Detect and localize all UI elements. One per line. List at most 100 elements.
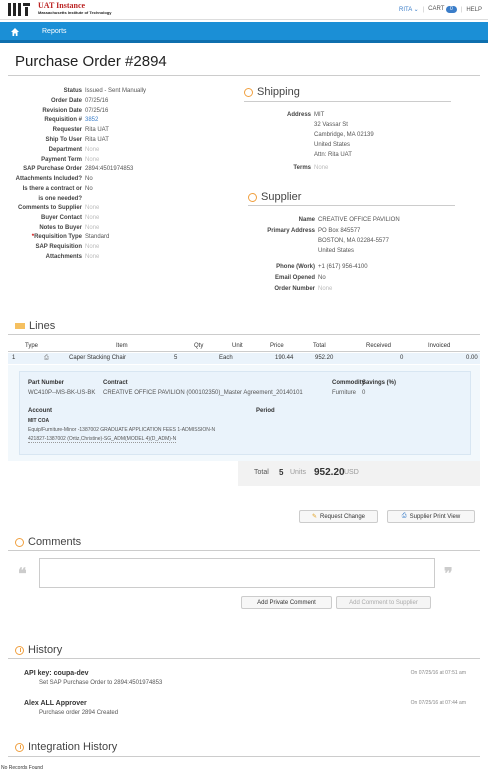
table-row[interactable]: 1 ⎙ Caper Stacking Chair 5 Each 190.44 9…	[8, 353, 480, 364]
field-label-text: Attachments Included?	[15, 176, 82, 183]
request-change-button[interactable]: ✎ Request Change	[299, 510, 378, 523]
history-timestamp: On 07/25/16 at 07:44 am	[410, 700, 466, 706]
field-label: Ship To User	[0, 135, 85, 145]
po-field: Ship To User Rita UAT	[0, 135, 108, 145]
mit-logo[interactable]	[8, 3, 30, 16]
add-private-comment-button[interactable]: Add Private Comment	[241, 596, 332, 609]
supplier-order-number: Order Number None	[232, 284, 332, 294]
supplier-address: Primary Address PO Box 845577 BOSTON, MA 0…	[232, 226, 389, 256]
field-label: Department	[0, 145, 85, 155]
field-label: Contract	[103, 380, 128, 386]
add-comment-to-supplier-button[interactable]: Add Comment to Supplier	[336, 596, 431, 609]
lines-heading: Lines	[15, 320, 55, 332]
field-label: Status	[0, 86, 85, 96]
field-value: None	[85, 156, 100, 163]
address-line: United States	[318, 248, 355, 254]
line-number: 1	[12, 355, 16, 361]
units-label: Units	[290, 469, 306, 476]
field-value: None	[318, 286, 333, 292]
shipping-address: Address MIT 32 Vassar St Cambridge, MA 0213…	[228, 110, 374, 160]
cart-count-badge: 0	[445, 6, 457, 13]
shipping-heading: Shipping	[244, 86, 300, 98]
field-label: Account	[28, 408, 52, 414]
cart-link[interactable]: CART 0	[428, 6, 457, 13]
po-field: Comments to Supplier None	[0, 203, 99, 213]
po-field: Attachments Included? No	[0, 174, 93, 184]
pencil-icon: ✎	[311, 514, 317, 520]
field-label-text: Buyer Contact	[40, 214, 82, 221]
field-label-text: Department	[48, 146, 82, 153]
field-label-text: Ship To User	[45, 137, 82, 143]
po-field: Notes to Buyer None	[0, 223, 99, 233]
po-field: Department None	[0, 145, 100, 155]
supplier-phone: Phone (Work) +1 (617) 956-4100	[232, 262, 368, 272]
field-value: None	[85, 254, 100, 260]
divider	[8, 658, 480, 659]
history-action: Set SAP Purchase Order to 2894:450197485…	[39, 680, 163, 686]
field-label: Buyer Contact	[0, 213, 85, 223]
home-icon[interactable]	[10, 27, 20, 37]
field-label-text: Status	[63, 88, 82, 94]
history-item: Alex ALL Approver Purchase order 2894 Cr…	[24, 700, 466, 716]
field-value: No	[318, 275, 326, 281]
brand: UAT Instance Massachusetts Institute of T…	[38, 2, 112, 16]
supplier-heading: Supplier	[248, 191, 301, 203]
history-actor: API key: coupa-dev	[24, 670, 89, 677]
shipping-icon	[244, 87, 253, 97]
empty-state: No Records Found	[1, 765, 43, 771]
total-units: 5	[279, 468, 284, 477]
printer-icon: ⎙	[401, 513, 407, 519]
field-label: Primary Address	[267, 228, 315, 234]
column-header: Unit	[232, 343, 243, 349]
address-line: BOSTON, MA 02284-5577	[318, 238, 389, 244]
field-label-text: is one needed?	[38, 196, 82, 202]
field-label-text: Requisition #	[44, 117, 82, 124]
divider	[248, 205, 455, 206]
field-label-text: Revision Date	[42, 107, 82, 114]
commodity-value: Furniture	[332, 390, 357, 396]
field-value: 07/25/16	[85, 97, 109, 104]
user-menu[interactable]: RITA ⌄	[399, 6, 419, 13]
shipping-title: Shipping	[257, 86, 300, 98]
comments-title: Comments	[28, 536, 82, 548]
total-amount: 952.20	[314, 467, 345, 478]
line-received: 0	[400, 355, 404, 361]
field-label-text: Requester	[52, 127, 82, 134]
divider	[8, 756, 480, 757]
field-value: Issued - Sent Manually	[85, 88, 147, 94]
account-line: Equip/Furniture-Minor -1387002 GRADUATE …	[28, 427, 216, 433]
button-label: Add Comment to Supplier	[349, 599, 418, 606]
field-label: Attachments Included?	[0, 174, 85, 184]
history-action: Purchase order 2894 Created	[39, 710, 119, 716]
help-link[interactable]: HELP	[466, 7, 482, 13]
field-value[interactable]: 3852	[85, 115, 98, 125]
button-label: Add Private Comment	[257, 599, 316, 606]
po-field: Order Date 07/25/16	[0, 96, 108, 106]
address-line: United States	[314, 142, 351, 148]
comment-input[interactable]	[39, 558, 435, 588]
column-header: Received	[366, 343, 392, 349]
supplier-print-view-button[interactable]: ⎙ Supplier Print View	[387, 510, 475, 523]
address-line: PO Box 845577	[318, 228, 361, 234]
brand-title: UAT Instance	[38, 1, 86, 10]
field-value: None	[85, 214, 100, 221]
field-label-text: Notes to Buyer	[39, 224, 82, 231]
field-value: Rita UAT	[85, 127, 109, 134]
line-item[interactable]: Caper Stacking Chair	[69, 355, 126, 361]
field-value: None	[85, 146, 100, 153]
address-lines: MIT 32 Vassar St Cambridge, MA 02139 United…	[314, 110, 374, 160]
po-field: SAP Requisition None	[0, 242, 99, 252]
field-label: Savings (%)	[362, 380, 397, 386]
history-timestamp: On 07/25/16 at 07:51 am	[410, 670, 466, 676]
po-field: Requisition #3852	[0, 115, 98, 125]
field-value: +1 (617) 956-4100	[318, 264, 368, 270]
nav-reports[interactable]: Reports	[42, 28, 67, 35]
address-lines: PO Box 845577 BOSTON, MA 02284-5577 United…	[318, 226, 389, 256]
contract-value[interactable]: CREATIVE OFFICE PAVILION (000102350)_Mas…	[103, 390, 303, 396]
field-label: Commodity	[332, 380, 365, 386]
part-number: WC410P--MS-BK-US-BK	[28, 390, 96, 396]
column-header: Invoiced	[428, 343, 451, 349]
savings-value: 0	[362, 390, 366, 396]
main-nav: Reports	[0, 22, 488, 43]
field-label-text: SAP Requisition	[35, 244, 82, 251]
